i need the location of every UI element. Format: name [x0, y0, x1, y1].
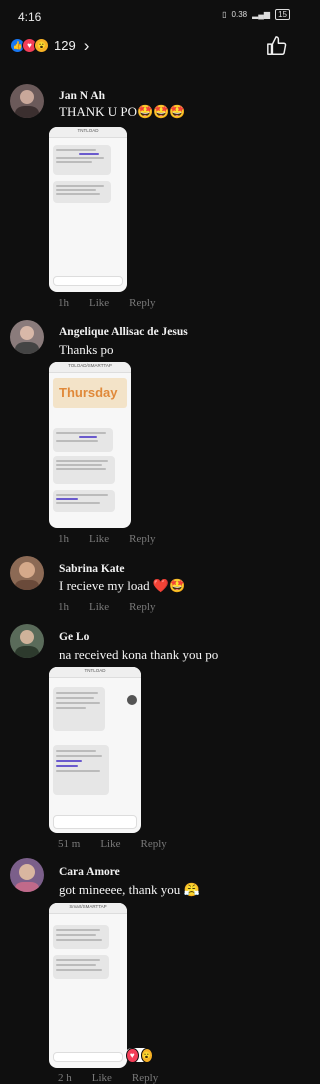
- reply-button[interactable]: Reply: [140, 838, 166, 850]
- signal-icon: ▂▄▆: [252, 10, 271, 19]
- avatar-image: [15, 562, 39, 590]
- love-reaction-icon: ♥: [126, 1047, 139, 1063]
- wow-reaction-icon: 😮: [34, 38, 49, 53]
- like-button[interactable]: Like: [89, 533, 109, 545]
- like-button[interactable]: Like: [100, 838, 120, 850]
- promo-banner: Thursday: [53, 378, 127, 408]
- screenshot-title: TOLOAD/SMARTTAP: [68, 363, 112, 368]
- comment-time: 51 m: [58, 838, 81, 850]
- chevron-right-icon: ›: [83, 36, 90, 55]
- network-speed: 0.38: [231, 10, 248, 19]
- reactions-header: 👍 ♥ 😮 129 ›: [0, 30, 300, 64]
- avatar[interactable]: [10, 84, 44, 118]
- comment-text: na received kona thank you po: [59, 647, 219, 662]
- attached-screenshot[interactable]: Smart/SMARTTAP: [49, 903, 127, 1068]
- reply-button[interactable]: Reply: [129, 601, 155, 613]
- comment-actions: 1h Like Reply: [58, 297, 155, 309]
- comment-text: I recieve my load ❤️🤩: [59, 578, 186, 593]
- status-icons: ▯ 0.38 ▂▄▆ 15: [222, 9, 290, 20]
- reply-button[interactable]: Reply: [132, 1072, 158, 1084]
- avatar[interactable]: [10, 320, 44, 354]
- vibrate-icon: ▯: [222, 10, 227, 19]
- comment-text: got mineeee, thank you 😤: [59, 882, 200, 897]
- like-button[interactable]: Like: [89, 601, 109, 613]
- attached-screenshot[interactable]: TNTLOAD: [49, 667, 141, 833]
- screenshot-title: TNTLOAD: [84, 668, 106, 673]
- commenter-name[interactable]: Jan N Ah: [59, 90, 105, 102]
- comment-time: 2 h: [58, 1072, 72, 1084]
- attached-screenshot[interactable]: TOLOAD/SMARTTAP Thursday: [49, 362, 131, 528]
- comment-actions: 1h Like Reply: [58, 601, 155, 613]
- like-button[interactable]: Like: [92, 1072, 112, 1084]
- reply-button[interactable]: Reply: [129, 297, 155, 309]
- comment-time: 1h: [58, 297, 69, 309]
- wow-reaction-icon: 😮: [140, 1047, 153, 1063]
- commenter-name[interactable]: Ge Lo: [59, 631, 89, 643]
- commenter-name[interactable]: Cara Amore: [59, 866, 120, 878]
- comment-reactions[interactable]: ♥ 😮: [125, 1047, 153, 1063]
- avatar-image: [15, 630, 39, 658]
- comment-actions: 2 h Like Reply: [58, 1072, 158, 1084]
- avatar-image: [15, 864, 39, 892]
- status-bar: 4:16 ▯ 0.38 ▂▄▆ 15: [0, 0, 300, 30]
- message-input: [53, 1052, 123, 1062]
- comment-actions: 51 m Like Reply: [58, 838, 167, 850]
- avatar[interactable]: [10, 556, 44, 590]
- comment-text: THANK U PO🤩🤩🤩: [59, 104, 186, 119]
- attached-screenshot[interactable]: TNTLOAD: [49, 127, 127, 292]
- avatar-image: [15, 326, 39, 354]
- avatar-image: [15, 90, 39, 118]
- comment-time: 1h: [58, 533, 69, 545]
- avatar[interactable]: [10, 624, 44, 658]
- avatar[interactable]: [10, 858, 44, 892]
- status-time: 4:16: [18, 10, 42, 24]
- reactions-summary[interactable]: 👍 ♥ 😮 129 ›: [10, 36, 90, 55]
- promo-banner-text: Thursday: [59, 385, 118, 400]
- reaction-count: 129: [54, 38, 76, 53]
- commenter-name[interactable]: Angelique Allisac de Jesus: [59, 326, 188, 338]
- commenter-name[interactable]: Sabrina Kate: [59, 563, 125, 575]
- comment-actions: 1h Like Reply: [58, 533, 155, 545]
- battery-icon: 15: [275, 9, 290, 20]
- comment-time: 1h: [58, 601, 69, 613]
- like-thumb-icon[interactable]: [266, 35, 288, 57]
- screenshot-title: TNTLOAD: [77, 128, 99, 133]
- comment-text: Thanks po: [59, 342, 114, 357]
- contact-avatar: [127, 695, 137, 705]
- like-button[interactable]: Like: [89, 297, 109, 309]
- reply-button[interactable]: Reply: [129, 533, 155, 545]
- message-input: [53, 276, 123, 286]
- screenshot-title: Smart/SMARTTAP: [69, 904, 107, 909]
